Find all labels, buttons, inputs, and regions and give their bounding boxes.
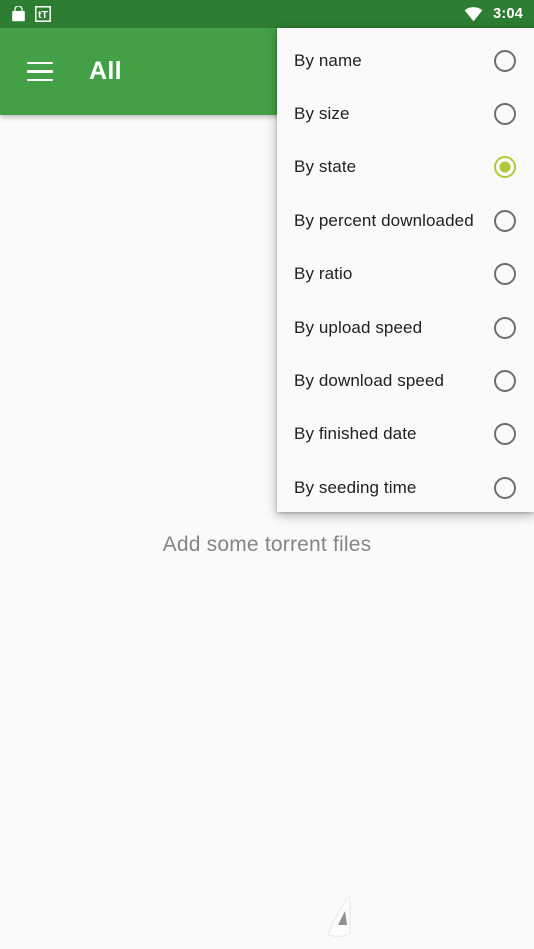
radio-button-unselected-icon[interactable]: [494, 49, 516, 72]
sort-menu-item-by-ratio[interactable]: By ratio: [277, 248, 534, 301]
sort-menu-item-label: By seeding time: [294, 477, 417, 497]
hamburger-bar: [27, 70, 53, 73]
shopping-bag-icon: [12, 6, 25, 22]
radio-button-unselected-icon[interactable]: [494, 476, 516, 499]
sort-menu-item-label: By percent downloaded: [294, 210, 474, 230]
hamburger-bar: [27, 78, 53, 82]
radio-button-unselected-icon[interactable]: [494, 423, 516, 446]
status-bar-system-icons: 3:04: [464, 5, 523, 22]
sort-menu-item-label: By download speed: [294, 371, 445, 391]
wifi-icon: [464, 6, 483, 21]
radio-button-unselected-icon[interactable]: [494, 263, 516, 286]
status-bar: tT 3:04: [0, 0, 534, 28]
hamburger-menu-icon[interactable]: [18, 50, 62, 94]
radio-button-unselected-icon[interactable]: [494, 316, 516, 339]
sort-menu-item-label: By ratio: [294, 264, 353, 284]
radio-button-selected-icon[interactable]: [494, 156, 516, 179]
sort-menu-item-label: By state: [294, 157, 357, 177]
hamburger-bar: [27, 61, 53, 65]
sort-by-popup-menu[interactable]: By name By size By state By percent down…: [277, 28, 534, 512]
sort-menu-item-label: By finished date: [294, 424, 417, 444]
radio-button-unselected-icon[interactable]: [494, 103, 516, 126]
empty-state-message: Add some torrent files: [162, 533, 372, 556]
sort-menu-item-label: By size: [294, 104, 350, 124]
status-bar-clock: 3:04: [493, 5, 523, 22]
sort-menu-item-by-state[interactable]: By state: [277, 141, 534, 194]
page-title: All: [89, 57, 122, 85]
sort-menu-item-by-upload-speed[interactable]: By upload speed: [277, 301, 534, 354]
sort-menu-item-label: By name: [294, 50, 362, 70]
status-bar-notification-icons: tT: [11, 6, 51, 22]
sort-menu-item-by-download-speed[interactable]: By download speed: [277, 354, 534, 407]
sort-menu-item-by-name[interactable]: By name: [277, 34, 534, 87]
sort-menu-item-label: By upload speed: [294, 317, 423, 337]
sort-menu-item-by-seeding-time[interactable]: By seeding time: [277, 461, 534, 514]
tt-app-icon: tT: [35, 6, 51, 22]
sort-menu-item-by-size[interactable]: By size: [277, 87, 534, 140]
app-screen: tT 3:04 All Add some torrent files By na…: [0, 0, 534, 949]
sort-menu-item-by-percent-downloaded[interactable]: By percent downloaded: [277, 194, 534, 247]
radio-button-unselected-icon[interactable]: [494, 209, 516, 232]
radio-button-unselected-icon[interactable]: [494, 370, 516, 393]
sort-menu-item-by-finished-date[interactable]: By finished date: [277, 408, 534, 461]
svg-text:tT: tT: [38, 9, 48, 21]
